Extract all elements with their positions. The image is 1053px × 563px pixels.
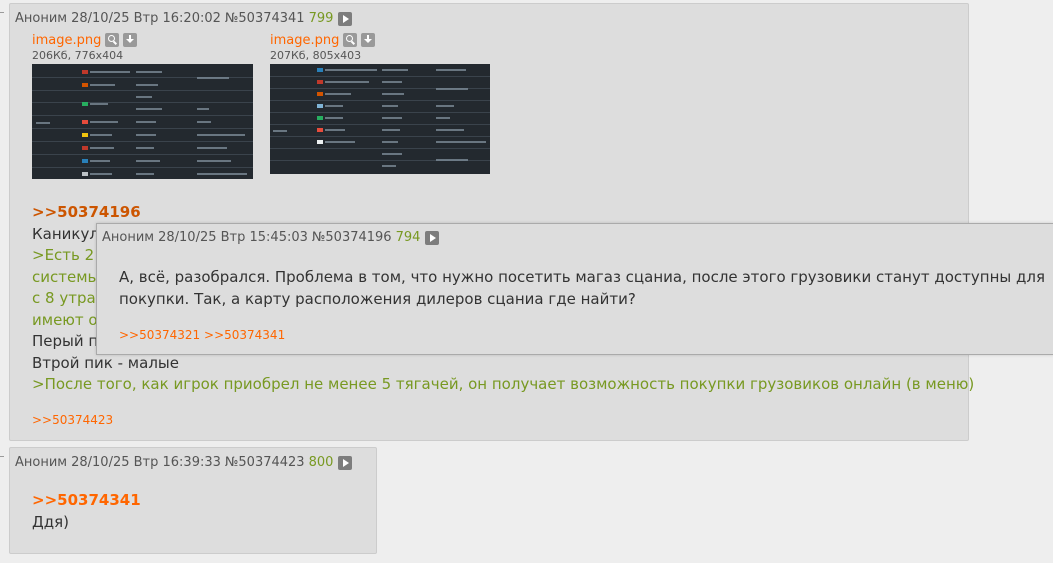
text-line: Ддя) — [32, 512, 69, 531]
post-number[interactable]: №50374341 — [225, 11, 305, 26]
search-icon[interactable] — [105, 33, 120, 47]
file-info-2: image.png 207Кб, 805x403 — [270, 32, 376, 62]
post-ordinal: 794 — [395, 230, 421, 245]
post-ordinal: 799 — [308, 11, 334, 26]
reply-link[interactable]: >>50374341 — [32, 491, 141, 509]
post-body: >>50374341 Ддя) — [32, 490, 141, 533]
post-header: Аноним 28/10/25 Втр 16:39:33 №50374423 8… — [15, 455, 353, 470]
file-name-link[interactable]: image.png — [32, 33, 101, 48]
text-line: покупки. Так, а карту расположения дилер… — [119, 290, 636, 308]
post-number[interactable]: №50374423 — [225, 455, 305, 470]
post-preview-popup: Аноним 28/10/25 Втр 15:45:03 №50374196 7… — [96, 223, 1053, 355]
post-author: Аноним — [102, 230, 155, 245]
post-50374341: Аноним 28/10/25 Втр 16:20:02 №50374341 7… — [9, 3, 974, 441]
reply-link[interactable]: >>50374196 — [32, 203, 141, 221]
post-marker — [0, 456, 4, 457]
popup-body: А, всё, разобрался. Проблема в том, что … — [119, 266, 1045, 310]
image-thumbnail-2[interactable] — [270, 64, 490, 174]
quote-line: >После того, как игрок приобрел не менее… — [32, 375, 975, 393]
backlinks: >>50374423 — [32, 413, 113, 427]
download-icon[interactable] — [361, 33, 376, 47]
post-header: Аноним 28/10/25 Втр 15:45:03 №50374196 7… — [102, 230, 440, 245]
search-icon[interactable] — [343, 33, 358, 47]
image-thumbnail-1[interactable] — [32, 64, 253, 179]
file-name-link[interactable]: image.png — [270, 33, 339, 48]
post-datetime: 28/10/25 Втр 16:20:02 — [71, 11, 221, 26]
play-icon[interactable] — [425, 230, 440, 245]
file-meta: 206Кб, 776x404 — [32, 49, 124, 62]
backlink[interactable]: >>50374321 — [119, 328, 200, 342]
backlink[interactable]: >>50374423 — [32, 413, 113, 427]
text-line: Втрой пик - малые — [32, 353, 179, 372]
backlinks: >>50374321 >>50374341 — [119, 328, 285, 342]
post-marker — [0, 12, 4, 13]
post-header: Аноним 28/10/25 Втр 16:20:02 №50374341 7… — [15, 11, 353, 26]
play-icon[interactable] — [338, 455, 353, 470]
post-ordinal: 800 — [308, 455, 334, 470]
file-meta: 207Кб, 805x403 — [270, 49, 362, 62]
post-author: Аноним — [15, 11, 68, 26]
post-datetime: 28/10/25 Втр 15:45:03 — [158, 230, 308, 245]
file-info-1: image.png 206Кб, 776x404 — [32, 32, 138, 62]
post-number[interactable]: №50374196 — [312, 230, 392, 245]
download-icon[interactable] — [123, 33, 138, 47]
post-datetime: 28/10/25 Втр 16:39:33 — [71, 455, 221, 470]
play-icon[interactable] — [338, 11, 353, 26]
post-50374423: Аноним 28/10/25 Втр 16:39:33 №50374423 8… — [9, 447, 377, 554]
text-line: А, всё, разобрался. Проблема в том, что … — [119, 268, 1045, 286]
backlink[interactable]: >>50374341 — [204, 328, 285, 342]
post-author: Аноним — [15, 455, 68, 470]
